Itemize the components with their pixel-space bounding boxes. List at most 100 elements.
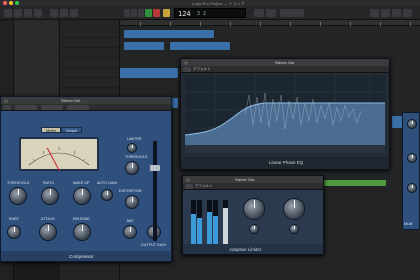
output-gain-label: OUTPUT GAIN: [141, 243, 166, 247]
eq-curve-display: [184, 75, 385, 145]
output-meter-left: [207, 200, 212, 244]
notepad-button[interactable]: [381, 9, 390, 17]
bypass-button[interactable]: [183, 67, 191, 72]
close-plugin-button[interactable]: [186, 177, 190, 182]
quick-help-button[interactable]: [24, 9, 32, 17]
copy-button[interactable]: [41, 105, 63, 110]
limiter-toggle[interactable]: [127, 143, 137, 153]
input-meter-left: [191, 200, 196, 244]
close-plugin-button[interactable]: [184, 60, 188, 65]
plugin-knob[interactable]: [407, 183, 417, 193]
browser-button[interactable]: [403, 9, 412, 17]
auto-gain-knob[interactable]: [101, 189, 113, 201]
play-button[interactable]: [145, 9, 152, 17]
plugin-toolbar: デフォルト: [183, 183, 323, 190]
replace-button[interactable]: [254, 9, 264, 17]
library-button[interactable]: [4, 9, 12, 17]
reduction-meter: [223, 200, 228, 244]
compare-button[interactable]: [15, 105, 37, 110]
record-button[interactable]: [153, 9, 160, 17]
lcd-subposition: 3 2: [197, 11, 207, 17]
meter-tab[interactable]: Meter: [41, 127, 62, 133]
audio-region[interactable]: [120, 68, 178, 78]
limiter-threshold-knob[interactable]: [125, 161, 139, 175]
track-header[interactable]: [60, 48, 120, 58]
plugin-name: Multi: [404, 221, 413, 226]
mix-knob[interactable]: [123, 225, 137, 239]
smart-controls-button[interactable]: [50, 9, 58, 17]
bypass-button[interactable]: [3, 105, 11, 110]
mode-knob[interactable]: [289, 224, 299, 234]
close-plugin-button[interactable]: [4, 98, 8, 103]
audio-region[interactable]: [172, 98, 178, 108]
mix-label: MIX: [127, 219, 134, 223]
lcd-display[interactable]: 124 3 2: [174, 8, 246, 18]
tuner-button[interactable]: [266, 9, 276, 17]
output-meter-right: [213, 200, 218, 244]
forward-button[interactable]: [131, 9, 137, 17]
master-volume-slider[interactable]: [280, 9, 304, 17]
preset-menu[interactable]: デフォルト: [195, 184, 213, 189]
distortion-knob[interactable]: [125, 195, 139, 209]
track-header[interactable]: [60, 28, 120, 38]
gain-knob[interactable]: [243, 198, 265, 220]
plugin-knob[interactable]: [407, 119, 417, 129]
track-header[interactable]: [60, 68, 120, 78]
release-label: RELEASE: [73, 217, 90, 221]
paste-button[interactable]: [67, 105, 89, 110]
track-header[interactable]: [60, 58, 120, 68]
bypass-button[interactable]: [185, 184, 193, 189]
cycle-button[interactable]: [163, 9, 170, 17]
makeup-knob[interactable]: [73, 187, 91, 205]
plugin-footer: Linear Phase EQ: [181, 157, 389, 169]
inspector-button[interactable]: [14, 9, 22, 17]
plugin-title: Stereo Out: [61, 98, 81, 103]
toolbar-button[interactable]: [34, 9, 42, 17]
plugin-knob[interactable]: [407, 153, 417, 163]
plugin-header[interactable]: Stereo Out: [181, 59, 389, 66]
ratio-label: RATIO: [43, 181, 54, 185]
ratio-knob[interactable]: [41, 187, 59, 205]
plugin-header[interactable]: Stereo Out: [1, 97, 171, 104]
plugin-toolbar: デフォルト: [181, 66, 389, 73]
gain-reduction-meter: [19, 137, 99, 172]
limiter-threshold-label: THRESHOLD: [125, 155, 148, 159]
attack-knob[interactable]: [39, 223, 57, 241]
zoom-window-button[interactable]: [15, 1, 19, 5]
eq-band-controls[interactable]: [185, 145, 385, 153]
preset-menu[interactable]: デフォルト: [193, 67, 211, 72]
close-window-button[interactable]: [3, 1, 7, 5]
plugin-toolbar: [1, 104, 171, 111]
release-knob[interactable]: [73, 223, 91, 241]
audio-region[interactable]: [170, 42, 230, 50]
rewind-button[interactable]: [124, 9, 130, 17]
distortion-label: DISTORTION: [119, 189, 142, 193]
track-header[interactable]: [60, 78, 120, 88]
lookahead-knob[interactable]: [249, 224, 259, 234]
plugin-header[interactable]: Stereo Out: [183, 176, 323, 183]
timeline-ruler[interactable]: [120, 20, 420, 26]
minimize-window-button[interactable]: [9, 1, 13, 5]
knee-knob[interactable]: [7, 225, 21, 239]
inspector-pane[interactable]: [14, 20, 60, 100]
limiter-label: LIMITER: [127, 137, 142, 141]
out-ceiling-knob[interactable]: [283, 198, 305, 220]
plugin-title: Stereo Out: [275, 60, 295, 65]
editors-button[interactable]: [70, 9, 78, 17]
eq-graph[interactable]: [184, 75, 385, 145]
plugin-name: Adaptive Limiter: [229, 247, 262, 252]
audio-region[interactable]: [124, 30, 214, 38]
audio-region[interactable]: [124, 42, 164, 50]
mixer-button[interactable]: [60, 9, 68, 17]
auto-gain-label: AUTO GAIN: [97, 181, 118, 185]
list-editors-button[interactable]: [370, 9, 379, 17]
output-fader-handle[interactable]: [150, 165, 160, 171]
graph-tab[interactable]: Graph: [61, 127, 83, 133]
knee-label: KNEE: [9, 217, 19, 221]
adaptive-limiter-window: Stereo Out デフォルト Adaptive Limiter: [182, 175, 324, 255]
stop-button[interactable]: [138, 9, 144, 17]
track-header[interactable]: [60, 38, 120, 48]
loop-browser-button[interactable]: [392, 9, 401, 17]
lcd-position: 124: [178, 10, 191, 18]
threshold-knob[interactable]: [9, 187, 27, 205]
